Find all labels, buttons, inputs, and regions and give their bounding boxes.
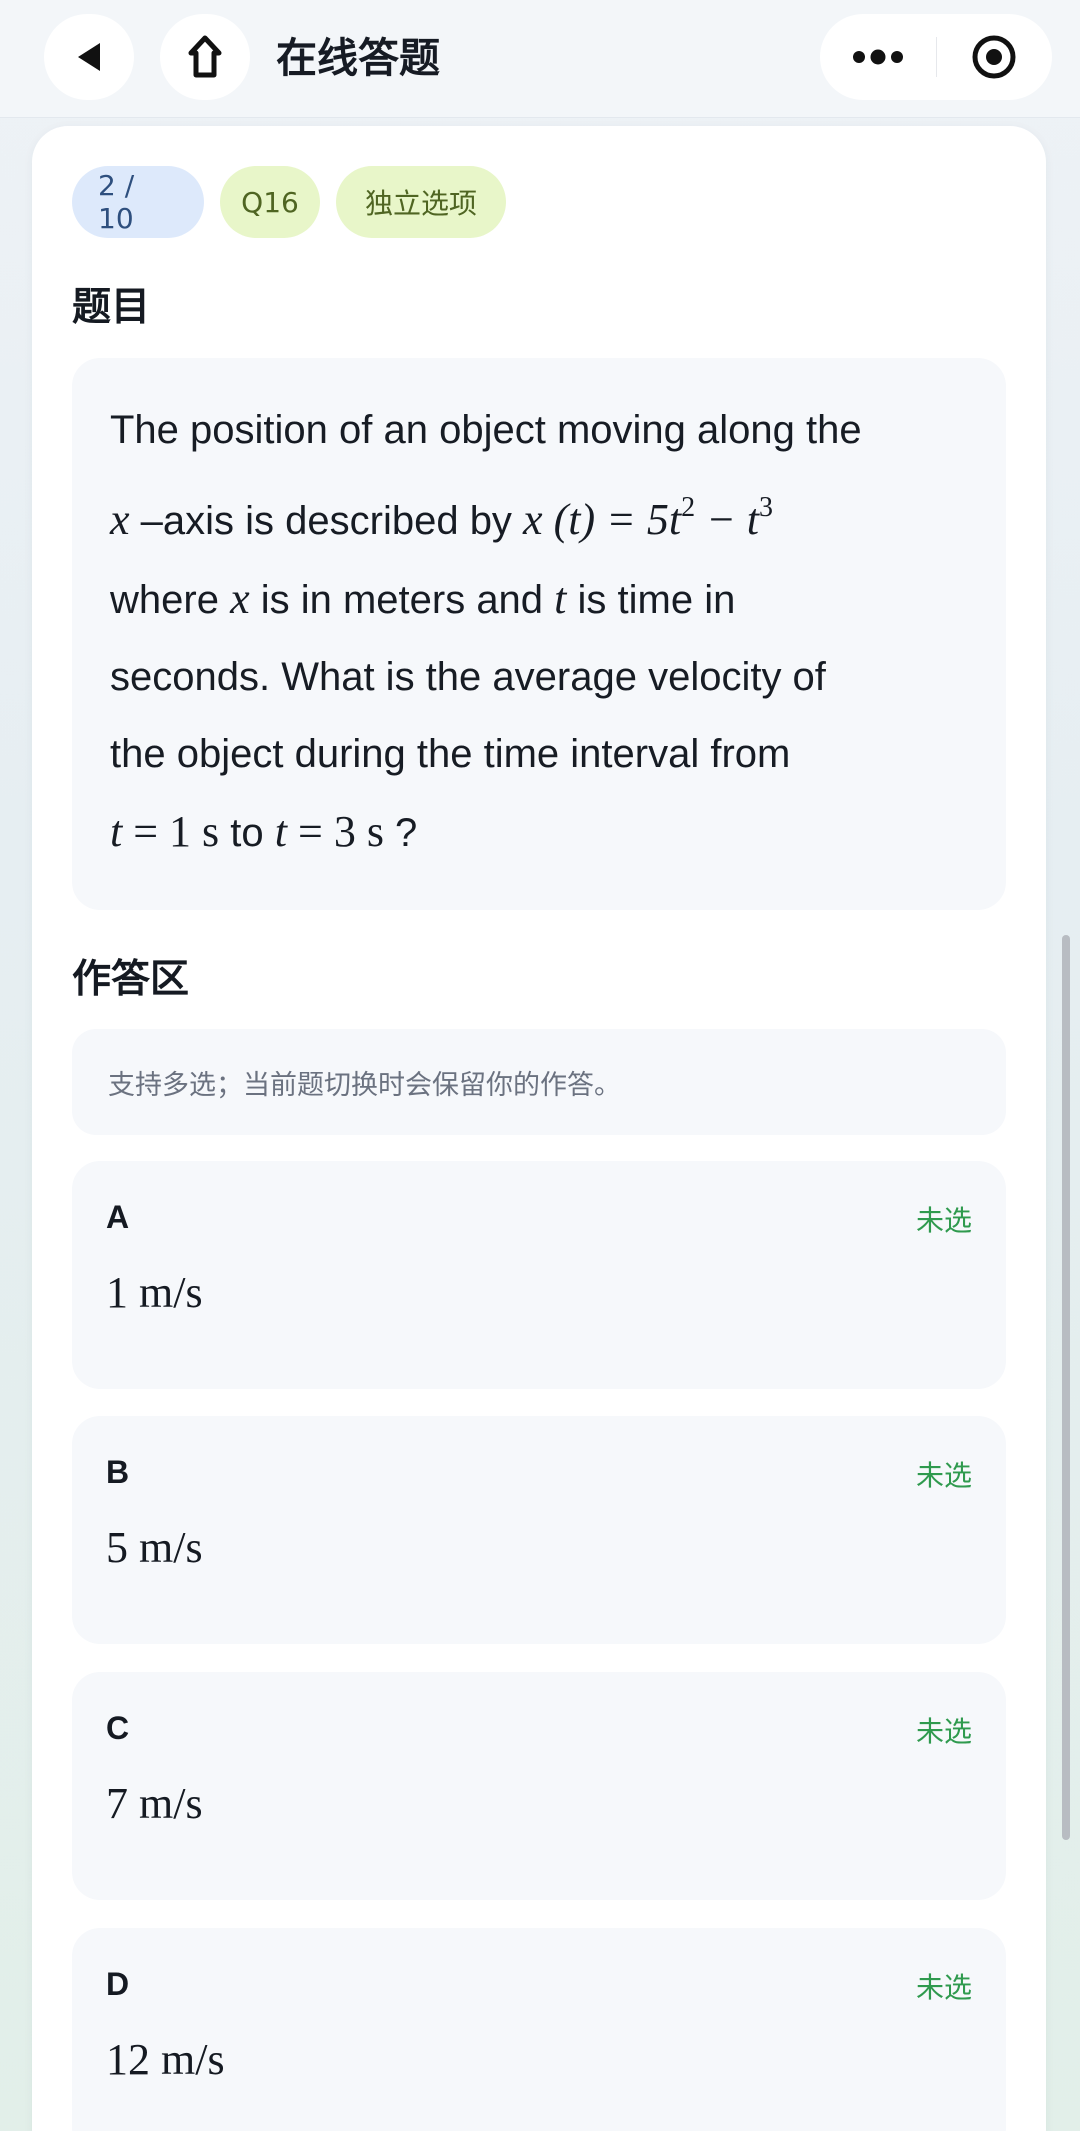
option-letter: D [106,1966,130,2002]
question-line-6: t = 1 s to t = 3 s ? [110,807,418,856]
question-text: The position of an object moving along t… [110,392,972,872]
question-line-3: where x is in meters and t is time in [110,574,736,623]
option-letter: C [106,1710,130,1746]
back-button[interactable] [44,14,134,100]
question-line-4: seconds. What is the average velocity of [110,655,826,699]
top-navigation-bar: 在线答题 [0,0,1080,118]
option-status: 未选 [915,1204,972,1237]
progress-tag: 2 / 10 [72,166,204,238]
option-value: 5 m/s [106,1523,203,1572]
option-b[interactable]: B 未选 5 m/s [72,1416,1006,1644]
page-scrollbar[interactable] [1062,935,1070,1840]
page-title: 在线答题 [276,34,440,82]
answer-section-title: 作答区 [72,957,190,1002]
option-value: 12 m/s [106,2035,225,2084]
option-a[interactable]: A 未选 1 m/s [72,1161,1006,1389]
option-status: 未选 [915,1715,972,1748]
home-icon [188,35,222,78]
more-dots-icon [852,49,903,65]
close-program-button[interactable] [937,14,1053,100]
option-letter: B [106,1454,130,1490]
question-card: 2 / 10 Q16 独立选项 题目 The position of an ob… [32,126,1046,2131]
option-status: 未选 [915,1971,972,2004]
tag-row: 2 / 10 Q16 独立选项 [72,166,506,238]
question-line-2: x –axis is described by x (t) = 5t2 − t3 [110,492,773,544]
question-line-5: the object during the time interval from [110,732,791,776]
answer-hint: 支持多选；当前题切换时会保留你的作答。 [72,1029,1006,1135]
question-id-tag: Q16 [220,166,320,238]
target-icon [972,35,1016,79]
question-section-title: 题目 [72,285,151,330]
option-c[interactable]: C 未选 7 m/s [72,1672,1006,1900]
question-stem-box: The position of an object moving along t… [72,358,1006,910]
mini-program-capsule [820,14,1052,100]
option-value: 1 m/s [106,1268,203,1317]
option-value: 7 m/s [106,1779,203,1828]
question-line-1: The position of an object moving along t… [110,408,862,452]
position-formula: x (t) = 5t2 − t3 [523,492,773,544]
option-status: 未选 [915,1459,972,1492]
option-d[interactable]: D 未选 12 m/s [72,1928,1006,2131]
more-button[interactable] [820,14,936,100]
back-triangle-icon [78,43,100,71]
home-button[interactable] [160,14,250,100]
option-letter: A [106,1199,130,1235]
question-type-tag: 独立选项 [336,166,506,238]
